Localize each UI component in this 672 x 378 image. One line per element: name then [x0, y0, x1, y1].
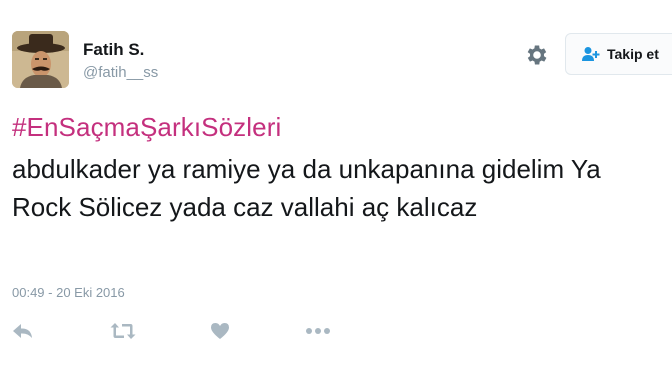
avatar-photo — [12, 31, 69, 88]
gear-icon[interactable] — [524, 42, 550, 68]
add-user-icon — [582, 46, 600, 62]
follow-button[interactable]: Takip et — [565, 33, 672, 75]
timestamp[interactable]: 00:49 - 20 Eki 2016 — [12, 285, 125, 300]
reply-icon[interactable] — [12, 318, 34, 344]
display-name[interactable]: Fatih S. — [83, 40, 144, 60]
more-icon[interactable] — [305, 318, 331, 344]
follow-button-label: Takip et — [607, 46, 659, 62]
username[interactable]: @fatih__ss — [83, 64, 158, 81]
hashtag-link[interactable]: #EnSaçmaŞarkıSözleri — [12, 112, 281, 143]
avatar[interactable] — [12, 31, 69, 88]
tweet-card: Fatih S. @fatih__ss Takip et #EnSaçmaŞar… — [0, 0, 672, 378]
tweet-text: abdulkader ya ramiye ya da unkapanına gi… — [12, 154, 601, 222]
retweet-icon[interactable] — [110, 318, 136, 344]
like-icon[interactable] — [210, 318, 230, 344]
